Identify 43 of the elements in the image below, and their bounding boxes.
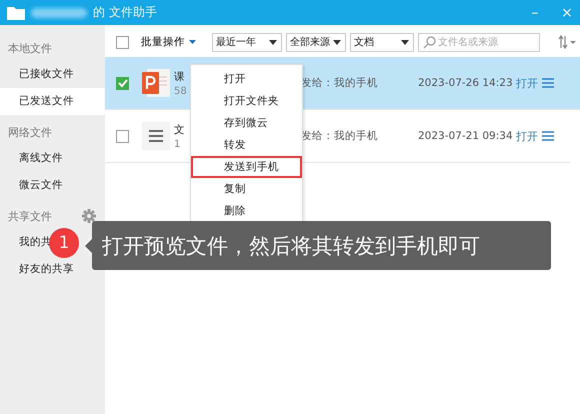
filter-dropdown[interactable]: 文档 (350, 32, 414, 52)
text-file-icon (141, 121, 171, 151)
menu-item[interactable]: 转发 (191, 134, 302, 156)
presentation-file-icon (141, 68, 171, 98)
sidebar-item[interactable]: 离线文件 (0, 145, 105, 172)
section-title: 本地文件 (8, 40, 52, 56)
open-link[interactable]: 打开 (516, 128, 538, 144)
caret-icon (333, 40, 341, 44)
row-checkbox[interactable] (116, 76, 129, 90)
sidebar-item[interactable]: 已接收文件 (0, 61, 105, 88)
row-checkbox[interactable] (116, 130, 129, 142)
sidebar-item[interactable]: 已发送文件 (0, 88, 105, 115)
file-name: 文 (174, 122, 185, 136)
menu-icon[interactable] (542, 78, 554, 88)
menu-item[interactable]: 复制 (191, 178, 302, 200)
sort-icon[interactable] (558, 35, 578, 49)
batch-dropdown[interactable]: 批量操作 (141, 35, 196, 49)
menu-icon[interactable] (542, 131, 554, 141)
caret-icon (401, 40, 409, 44)
settings-icon[interactable] (82, 209, 96, 223)
file-name: 课 (174, 70, 185, 84)
file-size: 58 (174, 86, 187, 96)
select-all-checkbox[interactable] (116, 36, 129, 48)
file-time: 2023-07-21 09:34 (418, 130, 514, 142)
section-title: 共享文件 (8, 208, 52, 224)
file-time: 2023-07-26 14:23 (418, 77, 514, 89)
search-icon (423, 36, 436, 48)
blurred-name (31, 6, 87, 18)
sidebar-item[interactable]: 微云文件 (0, 172, 105, 199)
section-title: 网络文件 (8, 124, 52, 140)
menu-item[interactable]: 打开 (191, 68, 302, 90)
file-size: 1 (174, 138, 180, 150)
window-title: 的 文件助手 (93, 4, 157, 21)
caret-icon (189, 40, 196, 44)
folder-icon (7, 6, 25, 20)
filter-dropdown[interactable]: 全部来源 (286, 32, 346, 52)
tooltip-text: 打开预览文件，然后将其转发到手机即可 (102, 232, 480, 260)
menu-item[interactable]: 存到微云 (191, 112, 302, 134)
menu-item[interactable]: 发送到手机 (191, 156, 302, 178)
filter-dropdown[interactable]: 最近一年 (212, 32, 282, 52)
menu-item[interactable]: 删除 (191, 200, 302, 222)
caret-icon (269, 40, 277, 44)
menu-item[interactable]: 打开文件夹 (191, 90, 302, 112)
